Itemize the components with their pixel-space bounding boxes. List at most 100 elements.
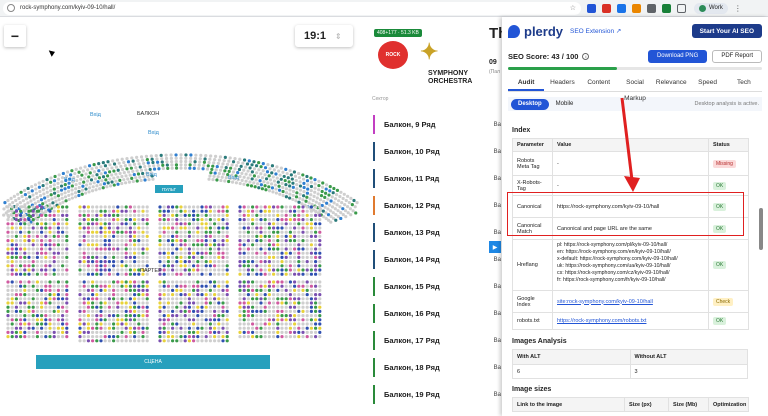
seat[interactable] [99, 222, 103, 226]
seat[interactable] [217, 209, 221, 213]
seat[interactable] [78, 260, 82, 264]
seat[interactable] [183, 330, 187, 334]
seat[interactable] [288, 184, 292, 188]
seat[interactable] [309, 251, 313, 255]
seat[interactable] [318, 288, 322, 292]
seat[interactable] [84, 187, 88, 191]
seat[interactable] [242, 288, 246, 292]
seat[interactable] [201, 167, 205, 171]
seat[interactable] [217, 326, 221, 330]
seat[interactable] [6, 293, 10, 297]
seat[interactable] [120, 226, 124, 230]
seat[interactable] [221, 284, 225, 288]
seat[interactable] [280, 222, 284, 226]
seat[interactable] [59, 184, 64, 188]
seat[interactable] [78, 318, 82, 322]
seat[interactable] [280, 247, 284, 251]
seat[interactable] [110, 180, 114, 184]
seat[interactable] [99, 165, 103, 169]
seat[interactable] [217, 293, 221, 297]
seat[interactable] [103, 339, 107, 343]
seat[interactable] [95, 339, 99, 343]
seat[interactable] [314, 305, 318, 309]
seat[interactable] [293, 305, 297, 309]
seat[interactable] [323, 195, 327, 199]
seat[interactable] [96, 180, 100, 184]
seat[interactable] [246, 243, 250, 247]
seat[interactable] [293, 260, 297, 264]
seat[interactable] [44, 335, 48, 339]
seat[interactable] [225, 162, 230, 166]
seat[interactable] [99, 280, 103, 284]
seat[interactable] [41, 188, 45, 192]
seat[interactable] [284, 243, 288, 247]
seat[interactable] [91, 301, 95, 305]
seat[interactable] [280, 226, 284, 230]
seat[interactable] [305, 260, 309, 264]
seat[interactable] [82, 226, 86, 230]
seat[interactable] [61, 268, 65, 272]
seat[interactable] [297, 222, 301, 226]
seat[interactable] [259, 255, 263, 259]
seat[interactable] [166, 339, 170, 343]
seat[interactable] [192, 255, 196, 259]
seat[interactable] [116, 318, 120, 322]
seat[interactable] [133, 268, 137, 272]
seat[interactable] [82, 260, 86, 264]
seat[interactable] [171, 309, 175, 313]
seat[interactable] [155, 157, 159, 161]
seat[interactable] [179, 209, 183, 213]
seat[interactable] [91, 284, 95, 288]
seat[interactable] [27, 335, 31, 339]
seat[interactable] [274, 172, 278, 176]
seat[interactable] [314, 230, 318, 234]
seat[interactable] [213, 264, 217, 268]
seat[interactable] [339, 216, 343, 221]
seat[interactable] [95, 264, 99, 268]
seat[interactable] [103, 268, 107, 272]
seat[interactable] [251, 318, 255, 322]
seat[interactable] [171, 297, 175, 301]
seat[interactable] [183, 213, 187, 217]
seat[interactable] [276, 222, 280, 226]
seat[interactable] [116, 255, 120, 259]
seat[interactable] [112, 305, 116, 309]
seat[interactable] [158, 218, 162, 222]
seat[interactable] [267, 272, 271, 276]
seat[interactable] [27, 284, 31, 288]
seat[interactable] [65, 205, 69, 209]
seat[interactable] [238, 251, 242, 255]
seat[interactable] [107, 243, 111, 247]
seat[interactable] [99, 209, 103, 213]
seat[interactable] [99, 339, 103, 343]
seat[interactable] [183, 205, 187, 209]
seat[interactable] [280, 335, 284, 339]
seat[interactable] [40, 218, 44, 222]
seat[interactable] [321, 181, 325, 185]
seat[interactable] [128, 335, 132, 339]
seat[interactable] [267, 297, 271, 301]
seat[interactable] [110, 173, 114, 177]
seat[interactable] [309, 230, 313, 234]
seat[interactable] [179, 213, 183, 217]
seat[interactable] [221, 318, 225, 322]
seat[interactable] [200, 209, 204, 213]
seat[interactable] [305, 330, 309, 334]
seat[interactable] [145, 239, 149, 243]
seat[interactable] [10, 288, 14, 292]
seat[interactable] [179, 251, 183, 255]
seat[interactable] [288, 209, 292, 213]
seat[interactable] [145, 226, 149, 230]
seat[interactable] [98, 187, 102, 191]
seat[interactable] [314, 264, 318, 268]
seat[interactable] [200, 260, 204, 264]
seat[interactable] [255, 297, 259, 301]
seat[interactable] [238, 260, 242, 264]
seat[interactable] [280, 251, 284, 255]
seat[interactable] [267, 251, 271, 255]
seat[interactable] [99, 255, 103, 259]
seat[interactable] [83, 165, 87, 169]
seat[interactable] [141, 230, 145, 234]
seat[interactable] [221, 293, 225, 297]
seat[interactable] [244, 165, 248, 169]
